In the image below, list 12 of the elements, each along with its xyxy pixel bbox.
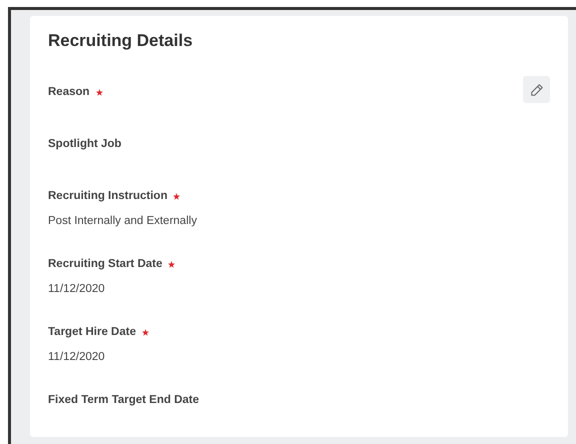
field-label: Recruiting Start Date bbox=[48, 258, 162, 270]
field-label: Reason bbox=[48, 86, 90, 98]
field-label: Fixed Term Target End Date bbox=[48, 394, 200, 406]
field-value: Post Internally and Externally bbox=[48, 215, 198, 227]
field-label: Recruiting Instruction bbox=[48, 190, 168, 202]
field-label: Target Hire Date bbox=[48, 326, 136, 338]
field-value: 11/12/2020 bbox=[48, 351, 106, 363]
edit-button[interactable] bbox=[523, 76, 550, 103]
pencil-icon bbox=[530, 82, 544, 96]
field-value: 11/12/2020 bbox=[48, 283, 106, 295]
field-label: Spotlight Job bbox=[48, 138, 122, 150]
card-title: Recruiting Details bbox=[48, 31, 194, 51]
